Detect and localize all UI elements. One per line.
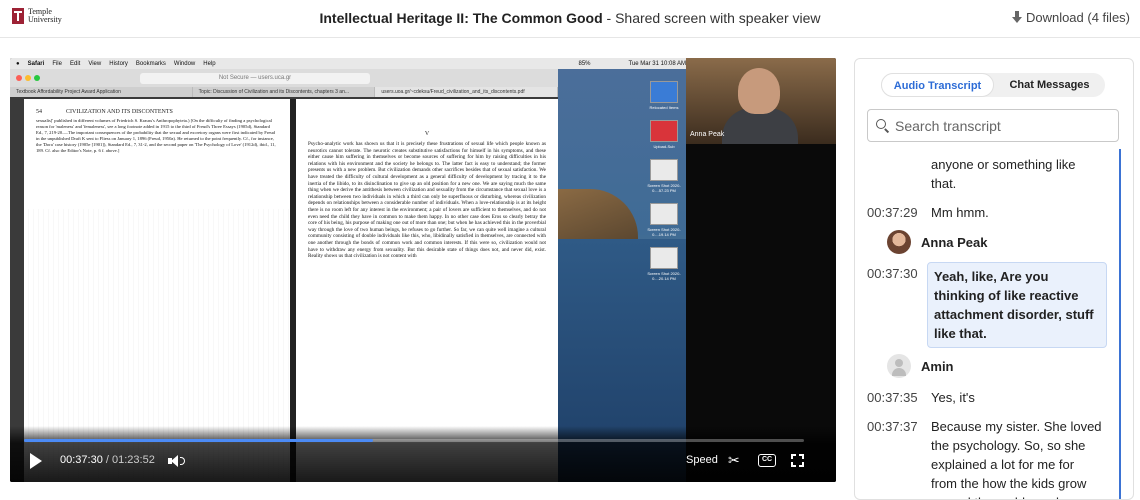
speaker-header: Amin — [887, 354, 1117, 378]
transcript-entry[interactable]: 00:37:37 Because my sister. She loved th… — [867, 415, 1117, 499]
speaker-name: Anna Peak — [921, 234, 988, 250]
entry-text: Because my sister. She loved the psychol… — [931, 419, 1102, 499]
safari-url-bar: Not Secure — users.uca.gr — [140, 72, 370, 84]
desktop-icon-label: Screen Shot 2020-0....57.23 PM — [647, 183, 681, 193]
transcript-entries: anyone or something like that. 00:37:29 … — [867, 153, 1117, 499]
menubar-history: History — [109, 60, 128, 67]
course-title: Intellectual Heritage II: The Common Goo… — [319, 10, 603, 26]
screenshot-file-icon — [650, 247, 678, 269]
search-icon — [876, 119, 889, 132]
entry-timestamp: 00:37:35 — [867, 390, 918, 405]
time-display: 00:37:30 / 01:23:52 — [60, 454, 155, 466]
window-traffic-lights — [16, 75, 40, 81]
close-dot-icon — [16, 75, 22, 81]
safari-tab-active: users.uoa.gr/~cdeksu/Freud_civilization_… — [375, 87, 559, 97]
clip-scissors-icon[interactable]: ✂ — [728, 452, 740, 469]
desktop-icon-label: Relocated Items — [649, 105, 679, 110]
safari-tab: Textbook Affordability Project Award App… — [10, 87, 193, 97]
transcript-panel: Audio Transcript Chat Messages anyone or… — [854, 58, 1134, 500]
menubar-help: Help — [203, 60, 216, 67]
video-player[interactable]: ● Safari File Edit View History Bookmark… — [10, 58, 836, 482]
menubar-window: Window — [173, 60, 196, 67]
speed-button[interactable]: Speed — [686, 454, 718, 466]
search-input[interactable] — [895, 117, 1105, 134]
speaker-header: Anna Peak — [887, 230, 1117, 254]
mac-desktop: Relocated Items Upload-Sub Screen Shot 2… — [558, 69, 686, 482]
desktop-icon-label: Screen Shot 2020-0....20.14 PM — [647, 271, 681, 281]
safari-toolbar: Not Secure — users.uca.gr — [10, 69, 558, 87]
menubar-file: File — [52, 60, 62, 67]
download-arrow-icon — [1011, 11, 1022, 24]
screenshot-file-icon — [650, 159, 678, 181]
safari-tabs: Textbook Affordability Project Award App… — [10, 87, 559, 97]
recording-title: Intellectual Heritage II: The Common Goo… — [0, 10, 1140, 26]
desktop-icon-label: Upload-Sub — [653, 144, 675, 149]
pdf-page-left: 54 CIVILIZATION AND ITS DISCONTENTS sexu… — [24, 99, 290, 482]
app-icon — [650, 120, 678, 142]
tab-audio-transcript[interactable]: Audio Transcript — [881, 73, 994, 97]
menubar-view: View — [88, 60, 102, 67]
desktop-icon-label: Screen Shot 2020-0....19.14 PM — [647, 227, 681, 237]
player-controls: 00:37:30 / 01:23:52 Speed ✂ CC — [10, 426, 836, 482]
right-page-chapter: V — [424, 131, 430, 137]
speaker-name-label: Anna Peak — [690, 131, 725, 138]
desktop-icons: Relocated Items Upload-Sub Screen Shot 2… — [642, 81, 686, 281]
download-button[interactable]: Download (4 files) — [1011, 10, 1130, 25]
transcript-scroll-indicator[interactable] — [1119, 149, 1121, 499]
transcript-entry[interactable]: anyone or something like that. — [867, 153, 1117, 195]
total-duration: 01:23:52 — [112, 454, 155, 466]
time-separator: / — [102, 454, 112, 466]
transcript-entry[interactable]: 00:37:29 Mm hmm. — [867, 201, 1117, 224]
left-page-number: 54 — [36, 109, 42, 115]
view-description: - Shared screen with speaker view — [602, 10, 821, 26]
volume-icon[interactable] — [168, 454, 186, 468]
panel-tabs: Audio Transcript Chat Messages — [881, 73, 1105, 97]
download-label: Download (4 files) — [1025, 10, 1130, 25]
speaker-face — [738, 68, 780, 114]
entry-text: Yes, it's — [931, 390, 975, 405]
right-page-text: Psycho-analytic work has shown us that i… — [308, 141, 546, 260]
screenshot-file-icon — [650, 203, 678, 225]
mac-battery: 85% — [578, 60, 591, 67]
avatar — [887, 230, 911, 254]
progress-bar[interactable] — [24, 439, 804, 442]
pdf-viewer: 54 CIVILIZATION AND ITS DISCONTENTS sexu… — [10, 97, 558, 482]
fullscreen-icon[interactable] — [791, 454, 804, 467]
entry-timestamp: 00:37:30 — [867, 266, 918, 281]
entry-text: anyone or something like that. — [931, 157, 1076, 191]
entry-timestamp: 00:37:37 — [867, 419, 918, 434]
apple-icon: ● — [16, 60, 20, 67]
minimize-dot-icon — [25, 75, 31, 81]
tab-chat-messages[interactable]: Chat Messages — [994, 73, 1105, 97]
menubar-edit: Edit — [69, 60, 81, 67]
entry-timestamp — [867, 153, 927, 195]
current-time: 00:37:30 — [60, 454, 103, 466]
mac-menubar: ● Safari File Edit View History Bookmark… — [10, 58, 686, 69]
default-avatar-icon — [887, 354, 911, 378]
closed-captions-icon[interactable]: CC — [758, 454, 776, 467]
pdf-page-right: V Psycho-analytic work has shown us that… — [296, 99, 558, 482]
menubar-bookmarks: Bookmarks — [135, 60, 166, 67]
left-page-text: sexualis]' published in different volume… — [36, 118, 276, 153]
transcript-entry-active[interactable]: 00:37:30 Yeah, like, Are you thinking of… — [867, 262, 1117, 348]
safari-tab: Topic: Discussion of Civilization and it… — [193, 87, 376, 97]
progress-bar-fill — [24, 439, 373, 442]
mac-clock: Tue Mar 31 10:08 AM — [628, 60, 686, 67]
menubar-safari: Safari — [27, 60, 45, 67]
left-page-header: CIVILIZATION AND ITS DISCONTENTS — [66, 109, 173, 115]
entry-text: Mm hmm. — [931, 205, 989, 220]
folder-icon — [650, 81, 678, 103]
transcript-entry[interactable]: 00:37:35 Yes, it's — [867, 386, 1117, 409]
play-icon[interactable] — [30, 453, 42, 469]
entry-timestamp: 00:37:29 — [867, 205, 918, 220]
search-transcript-box[interactable] — [867, 109, 1119, 142]
top-header: Temple University Intellectual Heritage … — [0, 0, 1140, 38]
speaker-name: Amin — [921, 358, 954, 374]
entry-text-highlighted: Yeah, like, Are you thinking of like rea… — [927, 262, 1107, 348]
zoom-dot-icon — [34, 75, 40, 81]
speaker-video-thumbnail: Anna Peak — [686, 58, 836, 144]
